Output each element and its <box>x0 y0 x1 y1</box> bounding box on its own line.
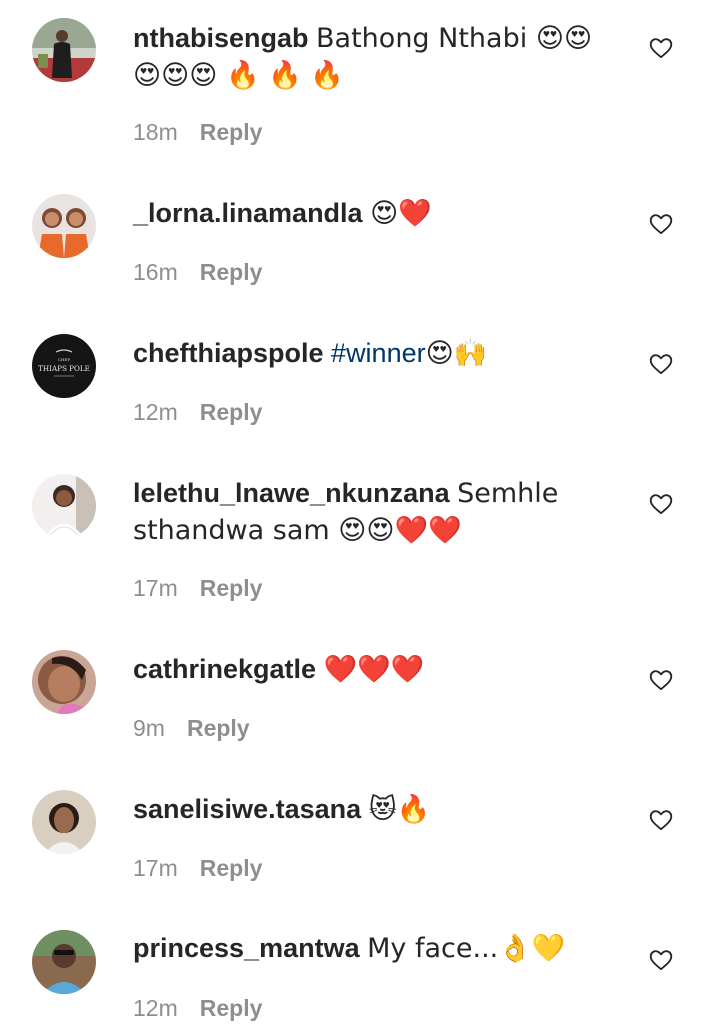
comment-time: 17m <box>133 575 178 601</box>
comment-username[interactable]: lelethu_lnawe_nkunzana <box>133 478 450 508</box>
hashtag-link[interactable]: #winner <box>331 338 426 368</box>
comment-text: 😍❤️ <box>370 198 432 229</box>
comment-body: _lorna.linamandla 😍❤️ <box>133 195 603 232</box>
comment-username[interactable]: _lorna.linamandla <box>133 198 363 228</box>
comment-username[interactable]: sanelisiwe.tasana <box>133 794 361 824</box>
avatar[interactable] <box>32 790 96 854</box>
comment-username[interactable]: nthabisengab <box>133 23 309 53</box>
comment-meta: 12m Reply <box>133 399 262 426</box>
comment-text: My face...👌💛 <box>367 933 566 964</box>
comment-time: 12m <box>133 399 178 425</box>
heart-outline-icon[interactable] <box>648 667 674 693</box>
comment-meta: 18m Reply <box>133 119 262 146</box>
avatar-image: CHEF THIAPS POLE <box>32 334 96 398</box>
comment-time: 16m <box>133 259 178 285</box>
reply-button[interactable]: Reply <box>200 995 263 1021</box>
comment-meta: 17m Reply <box>133 575 262 602</box>
comment-body: lelethu_lnawe_nkunzana Semhle sthandwa s… <box>133 475 603 549</box>
comment-text: 😻🔥 <box>368 794 431 825</box>
reply-button[interactable]: Reply <box>200 855 263 881</box>
comment-text: ❤️❤️❤️ <box>323 654 425 685</box>
comment-username[interactable]: princess_mantwa <box>133 933 360 963</box>
comment-time: 17m <box>133 855 178 881</box>
avatar[interactable] <box>32 18 96 82</box>
reply-button[interactable]: Reply <box>200 119 263 145</box>
avatar-image <box>32 474 96 538</box>
avatar-logo-main: THIAPS POLE <box>38 364 90 373</box>
avatar-image <box>32 194 96 258</box>
avatar[interactable] <box>32 194 96 258</box>
avatar[interactable]: CHEF THIAPS POLE <box>32 334 96 398</box>
comment-body: chefthiapspole #winner😍🙌 <box>133 335 603 372</box>
avatar-logo-top: CHEF <box>58 357 70 362</box>
reply-button[interactable]: Reply <box>187 715 250 741</box>
avatar[interactable] <box>32 474 96 538</box>
comment-username[interactable]: chefthiapspole <box>133 338 324 368</box>
comment-body: nthabisengab Bathong Nthabi 😍😍 😍😍😍 🔥 🔥 🔥 <box>133 20 603 94</box>
avatar[interactable] <box>32 650 96 714</box>
avatar-image <box>32 790 96 854</box>
comment-meta: 16m Reply <box>133 259 262 286</box>
heart-outline-icon[interactable] <box>648 491 674 517</box>
reply-button[interactable]: Reply <box>200 575 263 601</box>
heart-outline-icon[interactable] <box>648 947 674 973</box>
comment-time: 12m <box>133 995 178 1021</box>
comment-body: sanelisiwe.tasana 😻🔥 <box>133 791 603 828</box>
heart-outline-icon[interactable] <box>648 35 674 61</box>
comment-body: cathrinekgatle ❤️❤️❤️ <box>133 651 603 688</box>
comment-time: 18m <box>133 119 178 145</box>
comment-text: 😍🙌 <box>425 338 488 369</box>
comment-time: 9m <box>133 715 165 741</box>
avatar[interactable] <box>32 930 96 994</box>
avatar-image <box>32 650 96 714</box>
avatar-image <box>32 930 96 994</box>
reply-button[interactable]: Reply <box>200 399 263 425</box>
comment-meta: 17m Reply <box>133 855 262 882</box>
comment-meta: 9m Reply <box>133 715 250 742</box>
heart-outline-icon[interactable] <box>648 211 674 237</box>
comment-username[interactable]: cathrinekgatle <box>133 654 316 684</box>
heart-outline-icon[interactable] <box>648 351 674 377</box>
avatar-image <box>32 18 96 82</box>
comment-body: princess_mantwa My face...👌💛 <box>133 930 603 967</box>
heart-outline-icon[interactable] <box>648 807 674 833</box>
reply-button[interactable]: Reply <box>200 259 263 285</box>
comment-meta: 12m Reply <box>133 995 262 1022</box>
